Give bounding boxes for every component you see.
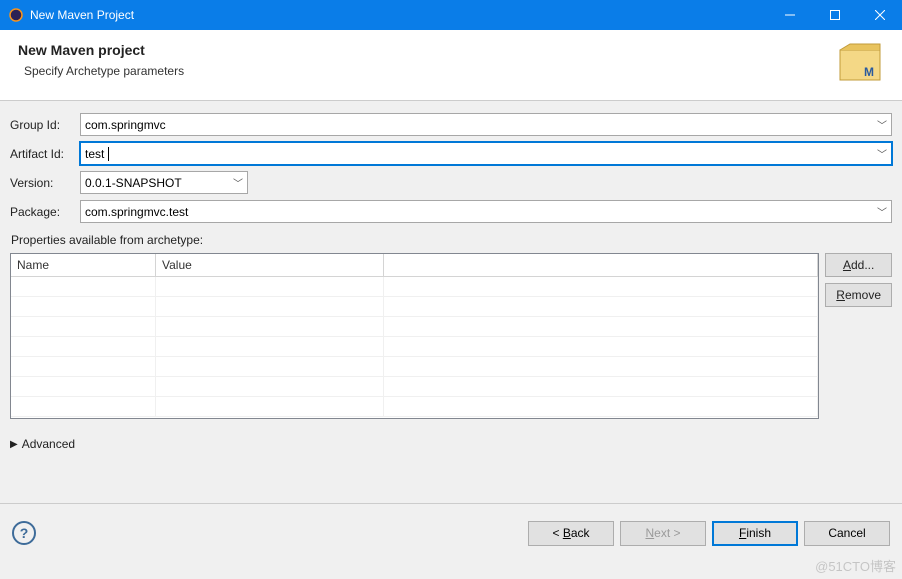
advanced-label: Advanced	[22, 437, 75, 451]
finish-button[interactable]: Finish	[712, 521, 798, 546]
table-row[interactable]	[11, 297, 818, 317]
cancel-button[interactable]: Cancel	[804, 521, 890, 546]
titlebar: New Maven Project	[0, 0, 902, 30]
artifactid-value: test	[85, 147, 104, 161]
help-icon[interactable]: ?	[12, 521, 36, 545]
footer: ? < Back Next > Finish Cancel	[0, 504, 902, 562]
watermark: @51CTO博客	[815, 556, 896, 575]
package-field[interactable]: ﹀	[80, 200, 892, 223]
remove-button[interactable]: Remove	[825, 283, 892, 307]
content-area: Group Id: ﹀ Artifact Id: test ﹀ Version:…	[0, 101, 902, 459]
svg-text:M: M	[864, 65, 874, 79]
next-button: Next >	[620, 521, 706, 546]
add-button[interactable]: Add...	[825, 253, 892, 277]
groupid-field[interactable]: ﹀	[80, 113, 892, 136]
advanced-toggle[interactable]: ▶ Advanced	[10, 437, 892, 451]
maximize-button[interactable]	[812, 0, 857, 30]
chevron-down-icon[interactable]: ﹀	[877, 117, 887, 132]
table-row[interactable]	[11, 337, 818, 357]
disclosure-arrow-icon: ▶	[10, 439, 18, 450]
table-row[interactable]	[11, 377, 818, 397]
table-row[interactable]	[11, 317, 818, 337]
properties-label: Properties available from archetype:	[11, 233, 892, 247]
version-input[interactable]	[85, 176, 243, 190]
table-row[interactable]	[11, 397, 818, 417]
column-value[interactable]: Value	[156, 254, 384, 276]
artifactid-label: Artifact Id:	[10, 147, 80, 161]
eclipse-icon	[8, 7, 24, 23]
table-body	[11, 277, 818, 419]
minimize-button[interactable]	[767, 0, 812, 30]
groupid-label: Group Id:	[10, 118, 80, 132]
version-field[interactable]: ﹀	[80, 171, 248, 194]
page-subtitle: Specify Archetype parameters	[24, 64, 836, 78]
back-button[interactable]: < Back	[528, 521, 614, 546]
column-name[interactable]: Name	[11, 254, 156, 276]
column-spacer	[384, 254, 818, 276]
page-title: New Maven project	[18, 42, 836, 58]
artifactid-field[interactable]: test ﹀	[80, 142, 892, 165]
groupid-input[interactable]	[85, 118, 887, 132]
chevron-down-icon[interactable]: ﹀	[877, 146, 887, 161]
table-row[interactable]	[11, 277, 818, 297]
chevron-down-icon[interactable]: ﹀	[233, 175, 243, 190]
wizard-header: New Maven project Specify Archetype para…	[0, 30, 902, 101]
maven-icon: M	[836, 42, 884, 86]
package-input[interactable]	[85, 205, 887, 219]
close-button[interactable]	[857, 0, 902, 30]
properties-table[interactable]: Name Value	[10, 253, 819, 419]
window-controls	[767, 0, 902, 30]
text-caret	[104, 147, 108, 161]
window-title: New Maven Project	[30, 8, 767, 22]
table-header: Name Value	[11, 254, 818, 277]
table-row[interactable]	[11, 357, 818, 377]
chevron-down-icon[interactable]: ﹀	[877, 204, 887, 219]
version-label: Version:	[10, 176, 80, 190]
package-label: Package:	[10, 205, 80, 219]
